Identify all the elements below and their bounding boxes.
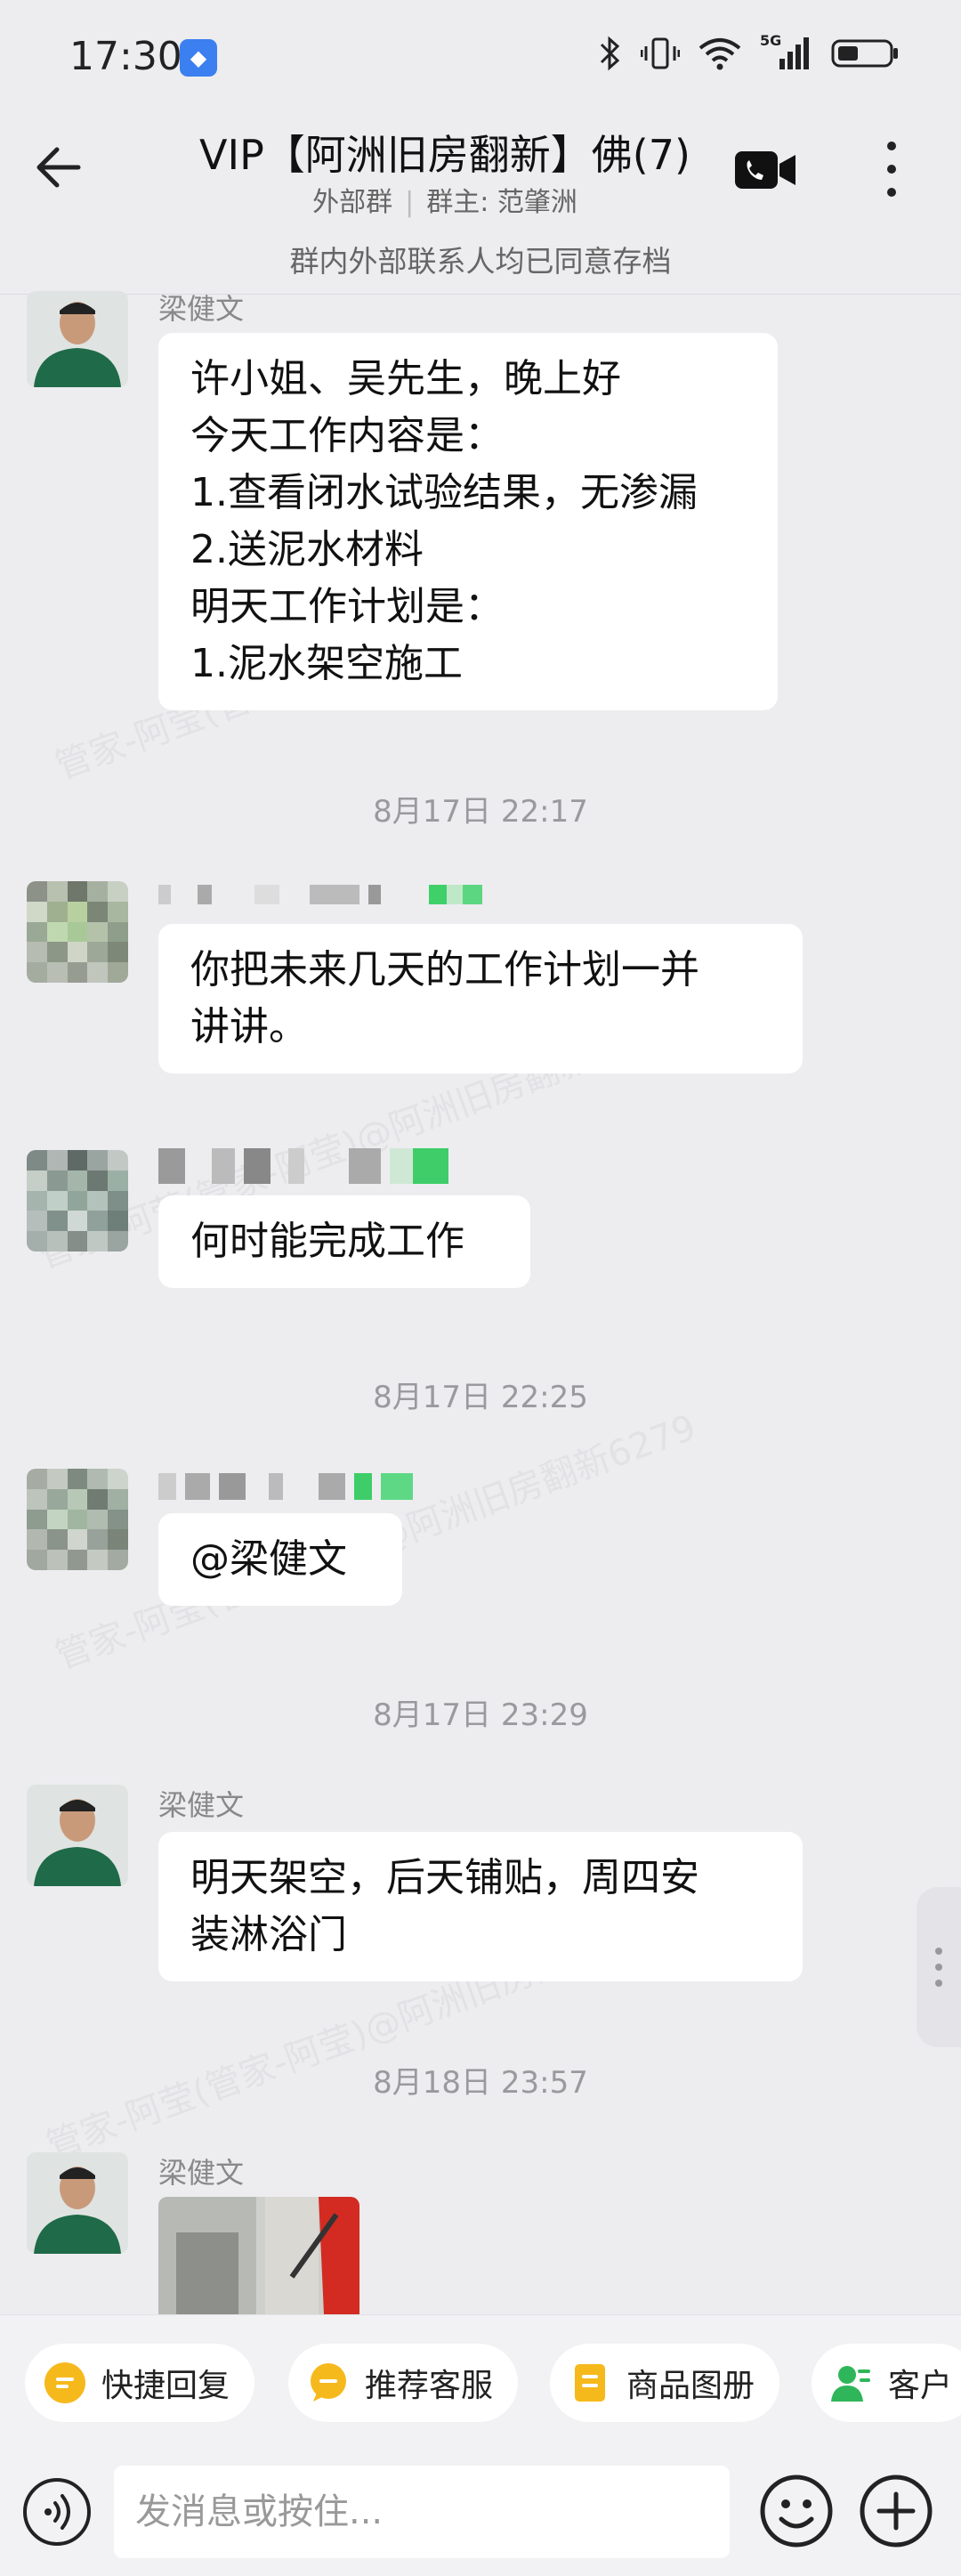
back-arrow-icon[interactable]	[32, 141, 85, 194]
timestamp: 8月17日 23:29	[373, 1697, 588, 1733]
chat-subtitle: 外部群 | 群主: 范肇洲	[312, 187, 577, 218]
battery-icon	[831, 39, 898, 68]
recommend-service-button[interactable]: 推荐客服	[288, 2344, 519, 2422]
emoji-icon[interactable]	[758, 2473, 835, 2549]
quick-reply-icon	[44, 2362, 85, 2403]
archive-notice: 群内外部联系人均已同意存档	[0, 236, 961, 295]
message-bubble[interactable]: 何时能完成工作	[158, 1195, 530, 1288]
catalog-icon	[575, 2364, 605, 2402]
avatar[interactable]	[27, 2152, 128, 2254]
vibrate-icon	[641, 37, 680, 69]
side-drawer-handle[interactable]	[917, 1887, 961, 2047]
message-input-bar	[0, 2448, 961, 2576]
avatar[interactable]	[27, 291, 128, 387]
chat-header: VIP【阿洲旧房翻新】佛(7) 外部群 | 群主: 范肇洲	[0, 116, 961, 236]
customer-label: 客户	[888, 2368, 953, 2404]
product-catalog-label: 商品图册	[626, 2368, 755, 2404]
image-message-thumbnail[interactable]	[158, 2197, 359, 2314]
sender-name-redacted	[158, 885, 482, 904]
chat-bubble-icon	[311, 2363, 346, 2402]
sender-name-redacted	[158, 1148, 448, 1184]
quick-reply-label: 快捷回复	[101, 2368, 230, 2404]
sender-name: 梁健文	[158, 2156, 245, 2190]
product-catalog-button[interactable]: 商品图册	[550, 2344, 780, 2422]
avatar[interactable]	[27, 1150, 128, 1252]
message-bubble[interactable]: @梁健文	[158, 1513, 402, 1606]
video-call-icon[interactable]	[735, 148, 797, 192]
wifi-icon	[699, 38, 741, 70]
avatar[interactable]	[27, 881, 128, 983]
timestamp: 8月17日 22:25	[373, 1380, 588, 1415]
message-bubble[interactable]: 许小姐、吴先生，晚上好 今天工作内容是： 1.查看闭水试验结果，无渗漏 2.送泥…	[158, 333, 778, 710]
timestamp: 8月17日 22:17	[373, 794, 588, 830]
message-bubble[interactable]: 明天架空，后天铺贴，周四安 装淋浴门	[158, 1832, 803, 1981]
sender-name-redacted	[158, 1473, 413, 1500]
message-input[interactable]	[114, 2466, 730, 2558]
group-type-label: 外部群	[312, 187, 393, 218]
voice-input-icon[interactable]	[21, 2476, 93, 2548]
group-owner-label: 群主: 范肇洲	[426, 187, 577, 218]
recommend-service-label: 推荐客服	[365, 2368, 494, 2404]
timestamp: 8月18日 23:57	[373, 2065, 588, 2101]
cellular-signal-icon: 5G	[760, 32, 813, 71]
customer-button[interactable]: 客户	[812, 2344, 961, 2422]
more-options-icon[interactable]	[872, 135, 911, 203]
status-time: 17:30	[69, 34, 182, 79]
sender-name: 梁健文	[158, 292, 245, 326]
app-notification-icon: ◆	[180, 39, 217, 77]
add-attachment-icon[interactable]	[858, 2473, 934, 2549]
avatar[interactable]	[27, 1469, 128, 1570]
avatar[interactable]	[27, 1785, 128, 1886]
customer-icon	[831, 2366, 870, 2402]
network-type-label: 5G	[760, 32, 782, 49]
chat-title: VIP【阿洲旧房翻新】佛(7)	[199, 131, 690, 179]
bluetooth-icon	[600, 36, 620, 71]
status-icons: 5G	[596, 32, 900, 71]
status-bar: 17:30 ◆ 5G	[0, 0, 961, 116]
quick-actions-bar: 快捷回复 推荐客服 商品图册 客户	[0, 2314, 961, 2449]
sender-name: 梁健文	[158, 1788, 245, 1822]
message-bubble[interactable]: 你把未来几天的工作计划一并 讲讲。	[158, 924, 803, 1073]
quick-reply-button[interactable]: 快捷回复	[25, 2344, 255, 2422]
